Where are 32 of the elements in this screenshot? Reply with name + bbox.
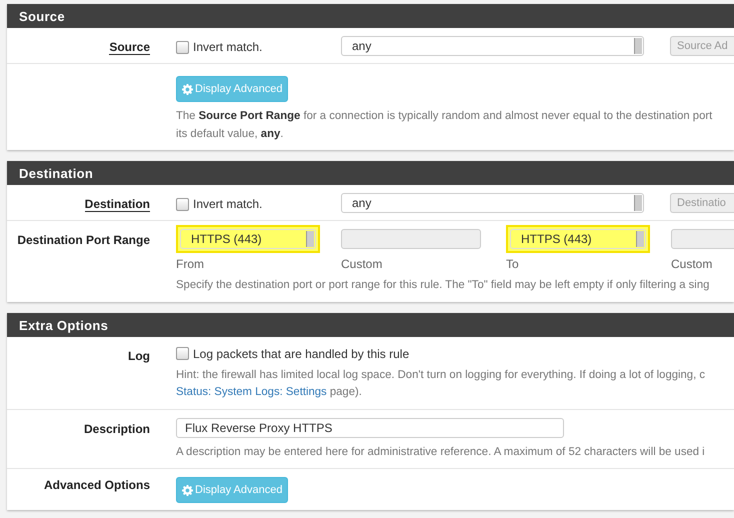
field-label: Destination Port Range <box>17 233 150 247</box>
field-caption: Custom <box>341 257 384 271</box>
gear-icon <box>182 84 193 94</box>
field-caption: From <box>176 257 205 271</box>
field-label: Description <box>84 422 150 436</box>
description-field[interactable]: Flux Reverse Proxy HTTPS <box>176 418 564 438</box>
checkbox[interactable] <box>176 347 189 360</box>
help-text: Hint: the firewall has limited local log space. Don't turn on logging for everything. If doing a lot of logging, c Status: System Logs: Settings page). <box>176 368 706 400</box>
help-text: Specify the destination port or port range for this rule. The "To" field may be left empty if only filtering a sing <box>176 278 710 293</box>
field-label: Advanced Options <box>44 478 150 492</box>
field-label: Log <box>128 348 150 362</box>
port-select[interactable]: HTTPS (443) <box>180 229 316 249</box>
gear-icon <box>182 484 193 496</box>
section-header: Extra Options <box>7 312 734 336</box>
field-label: Source <box>109 40 150 55</box>
checkbox-label[interactable]: Log packets that are handled by this rule <box>193 346 410 360</box>
field-caption: To <box>506 257 520 271</box>
checkbox[interactable] <box>176 198 189 210</box>
settings-link[interactable]: Status: System Logs: Settings <box>176 386 327 398</box>
type-select[interactable]: any <box>341 36 644 56</box>
section-header: Source <box>7 4 734 28</box>
port-select[interactable]: HTTPS (443) <box>510 229 646 249</box>
section-header: Destination <box>7 161 734 185</box>
field-caption: Custom <box>671 257 714 271</box>
field-label: Destination <box>84 197 150 212</box>
checkbox[interactable] <box>176 40 189 54</box>
checkbox-label[interactable]: Invert match. <box>193 197 262 211</box>
help-text: The Source Port Range for a connection is typically random and almost never equal to the destination port <box>176 109 714 124</box>
help-text: A description may be entered here for administrative reference. A maximum of 52 characters will be used i <box>176 444 706 460</box>
type-select[interactable]: any <box>341 193 644 213</box>
checkbox-label[interactable]: Invert match. <box>193 40 262 54</box>
help-text: its default value, any. <box>176 126 284 142</box>
